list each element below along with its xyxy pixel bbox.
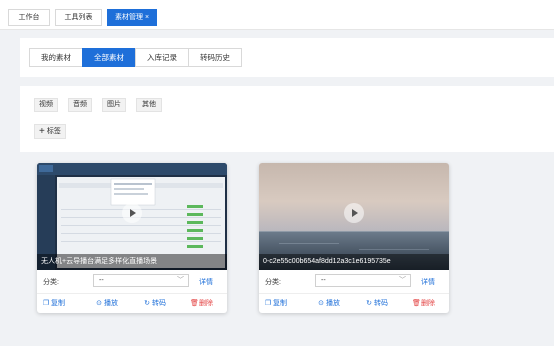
video-thumbnail[interactable]: 0-c2e55c00b654af8dd12a3c1e6195735e	[259, 163, 449, 270]
delete-label: 删除	[199, 300, 213, 307]
tab-bar: 工作台 工具列表 素材管理 ×	[0, 0, 554, 30]
transcode-label: 转码	[374, 300, 388, 307]
tab-label: 工作台	[18, 14, 40, 21]
refresh-icon: ↻	[366, 300, 372, 307]
transcode-label: 转码	[152, 300, 166, 307]
trash-icon: 🗑	[190, 300, 199, 307]
tab-close-icon[interactable]: ×	[145, 14, 149, 21]
category-select[interactable]: -- ﹀	[93, 274, 189, 287]
segment-import-records[interactable]: 入库记录	[135, 48, 189, 67]
filter-label: 图片	[107, 101, 121, 108]
filter-audio[interactable]: 音频	[68, 98, 92, 112]
filter-other[interactable]: 其他	[136, 98, 162, 112]
tab-workbench[interactable]: 工作台	[8, 9, 50, 26]
filter-video[interactable]: 视频	[34, 98, 58, 112]
tab-tool-list[interactable]: 工具列表	[55, 9, 102, 26]
play-label: 播放	[326, 300, 340, 307]
category-label: 分类:	[43, 279, 59, 286]
trash-icon: 🗑	[412, 300, 421, 307]
filter-label: 视频	[39, 101, 53, 108]
segment-label: 转码历史	[200, 53, 230, 62]
filter-panel: 视频 音频 图片 其他 + 标签	[20, 86, 554, 152]
category-select[interactable]: -- ﹀	[315, 274, 411, 287]
divider	[37, 293, 227, 294]
chevron-down-icon: ﹀	[399, 277, 406, 284]
play-circle-icon: ⊙	[96, 300, 102, 307]
refresh-icon: ↻	[144, 300, 150, 307]
chevron-down-icon: ﹀	[177, 277, 184, 284]
transcode-button[interactable]: ↻ 转码	[143, 298, 166, 308]
filter-image[interactable]: 图片	[102, 98, 126, 112]
divider	[259, 293, 449, 294]
delete-label: 删除	[421, 300, 435, 307]
add-tag-button[interactable]: + 标签	[34, 124, 66, 139]
play-icon[interactable]	[344, 203, 364, 223]
play-button[interactable]: ⊙ 播放	[317, 298, 340, 308]
material-card[interactable]: 0-c2e55c00b654af8dd12a3c1e6195735e 分类: -…	[259, 163, 449, 313]
copy-button[interactable]: ❐ 复制	[42, 298, 65, 308]
segment-transcode-history[interactable]: 转码历史	[188, 48, 242, 67]
copy-icon: ❐	[264, 300, 272, 307]
material-card[interactable]: 无人机+云导播台满足多样化直播场景 分类: -- ﹀ 详情 ❐ 复制 ⊙ 播放 ↻ 转…	[37, 163, 227, 313]
category-value: --	[321, 277, 326, 284]
segment-label: 全部素材	[94, 53, 124, 62]
category-value: --	[99, 277, 104, 284]
material-title: 0-c2e55c00b654af8dd12a3c1e6195735e	[259, 254, 449, 270]
delete-button[interactable]: 🗑删除	[412, 298, 435, 308]
detail-link[interactable]: 详情	[421, 277, 435, 287]
filter-label: 其他	[142, 101, 156, 108]
copy-button[interactable]: ❐ 复制	[264, 298, 287, 308]
segment-my-materials[interactable]: 我的素材	[29, 48, 83, 67]
video-thumbnail[interactable]: 无人机+云导播台满足多样化直播场景	[37, 163, 227, 270]
transcode-button[interactable]: ↻ 转码	[365, 298, 388, 308]
segment-label: 我的素材	[41, 53, 71, 62]
play-icon[interactable]	[122, 203, 142, 223]
tab-label: 素材管理	[114, 14, 143, 21]
filter-label: 音频	[73, 101, 87, 108]
delete-button[interactable]: 🗑删除	[190, 298, 213, 308]
segment-all-materials[interactable]: 全部素材	[82, 48, 136, 67]
plus-icon: +	[39, 126, 45, 137]
category-segment-panel: 我的素材 全部素材 入库记录 转码历史	[20, 38, 554, 77]
copy-label: 复制	[51, 300, 65, 307]
play-label: 播放	[104, 300, 118, 307]
copy-icon: ❐	[42, 300, 50, 307]
copy-label: 复制	[273, 300, 287, 307]
add-tag-label: 标签	[46, 128, 61, 135]
material-title: 无人机+云导播台满足多样化直播场景	[37, 254, 227, 270]
tab-material-management[interactable]: 素材管理 ×	[107, 9, 157, 26]
segment-label: 入库记录	[147, 53, 177, 62]
category-label: 分类:	[265, 279, 281, 286]
detail-link[interactable]: 详情	[199, 277, 213, 287]
play-circle-icon: ⊙	[318, 300, 324, 307]
play-button[interactable]: ⊙ 播放	[95, 298, 118, 308]
tab-label: 工具列表	[64, 14, 93, 21]
